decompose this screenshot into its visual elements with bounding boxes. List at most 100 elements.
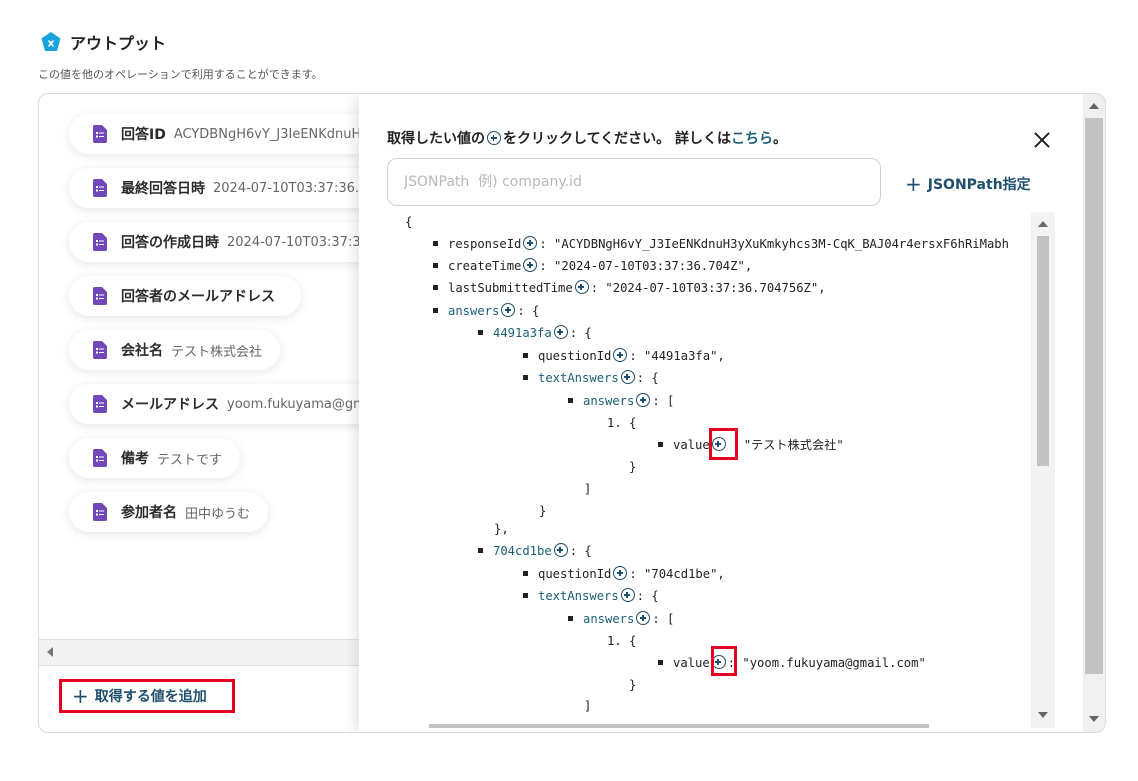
json-key-link[interactable]: textAnswers [538,371,619,385]
page-title: アウトプット [70,34,167,53]
add-value-plus-icon[interactable] [523,258,538,272]
json-value: : "4491a3fa", [629,349,725,363]
json-punct: : { [569,544,592,558]
field-label: 回答ID [121,127,166,143]
field-value: 2024-07-10T03:37:36.704Z [227,234,369,250]
output-field-chip[interactable]: 備考 テストです [69,438,241,478]
json-brace: { [405,215,413,229]
json-node-textAnswers: textAnswers : { [523,370,659,386]
json-key: value [673,438,710,452]
horizontal-scrollbar[interactable] [39,639,369,666]
field-value: テストです [157,452,223,468]
json-node-lastSubmittedTime: lastSubmittedTime: "2024-07-10T03:37:36.… [433,280,826,296]
json-key-link[interactable]: textAnswers [538,589,619,603]
scroll-up-arrow-icon[interactable] [1089,103,1099,109]
field-label: 備考 [121,451,149,467]
json-punct: : { [517,304,540,318]
json-node-createTime: createTime: "2024-07-10T03:37:36.704Z", [433,258,752,274]
jsonpath-input[interactable] [387,158,881,206]
close-icon[interactable] [1029,128,1055,154]
json-node-question-1: 4491a3fa : { [478,325,592,341]
field-value: 田中ゆうむ [185,506,251,522]
plus-icon: + [905,172,922,196]
json-node-responseId: responseId : "ACYDBNgH6vY_J3IeENKdnuH3yXu… [433,236,1009,252]
instruction-text: 取得したい値の [387,131,485,147]
output-field-chip[interactable]: 回答ID ACYDBNgH6vY_J3IeENKdnuH3yXuKmkyhcs3… [69,114,369,154]
output-field-chip[interactable]: 回答者のメールアドレス [69,276,301,316]
output-field-chip[interactable]: 会社名 テスト株式会社 [69,330,281,370]
field-label: 最終回答日時 [121,181,205,197]
field-value: yoom.fukuyama@gmail.com [227,396,369,412]
add-value-plus-icon[interactable] [620,370,635,384]
json-node-question-2: 704cd1be : { [478,543,592,559]
json-value: "テスト株式会社" [743,438,844,452]
json-node-value: value "テスト株式会社" [658,437,844,453]
json-key: value [673,656,710,670]
page-subtitle: この値を他のオペレーションで利用することができます。 [38,68,323,81]
add-value-plus-icon[interactable] [501,303,516,317]
json-value: : "2024-07-10T03:37:36.704756Z", [590,281,826,295]
horizontal-scrollbar-thumb[interactable] [429,724,929,728]
json-value: : "ACYDBNgH6vY_J3IeENKdnuH3yXuKmkyhcs3M-… [539,237,1009,251]
google-forms-icon [93,125,107,143]
add-value-plus-icon[interactable] [636,393,651,407]
jsonpath-specify-button[interactable]: + JSONPath指定 [905,172,1031,196]
json-vertical-scrollbar[interactable] [1031,212,1055,728]
json-node-inner-answers: answers: [ [568,393,674,409]
field-label: 会社名 [121,343,163,359]
add-value-plus-icon[interactable] [620,588,635,602]
variable-x-icon: x [41,32,61,51]
json-brace: } [539,504,547,518]
scroll-up-arrow-icon[interactable] [1038,221,1048,227]
field-value: テスト株式会社 [171,344,263,360]
add-value-plus-icon[interactable] [553,325,568,339]
json-bracket: ] [584,699,592,713]
scroll-left-arrow-icon[interactable] [47,647,53,657]
output-field-list: 回答ID ACYDBNgH6vY_J3IeENKdnuH3yXuKmkyhcs3… [39,94,369,639]
field-label: 回答者のメールアドレス [121,289,275,305]
json-punct: : { [569,326,592,340]
add-value-plus-icon[interactable] [553,543,568,557]
output-field-chip[interactable]: 回答の作成日時 2024-07-10T03:37:36.704Z [69,222,369,262]
add-value-plus-icon[interactable] [523,236,538,250]
jsonpath-specify-label: JSONPath指定 [927,177,1031,193]
field-label: 参加者名 [121,505,177,521]
add-value-plus-icon[interactable] [574,280,589,294]
output-field-chip[interactable]: 参加者名 田中ゆうむ [69,492,269,532]
output-container: 回答ID ACYDBNgH6vY_J3IeENKdnuH3yXuKmkyhcs3… [38,93,1106,733]
google-forms-icon [93,341,107,359]
output-field-chip[interactable]: メールアドレス yoom.fukuyama@gmail.com [69,384,369,424]
field-value: 2024-07-10T03:37:36.704756Z [213,180,369,196]
add-value-button[interactable]: + 取得する値を追加 [59,679,235,713]
json-array-item: 1. { [607,634,637,648]
json-key-link[interactable]: answers [583,612,634,626]
field-value: ACYDBNgH6vY_J3IeENKdnuH3yXuKmkyhcs3M-CqK… [173,126,369,142]
json-value: : "yoom.fukuyama@gmail.com" [727,656,926,670]
json-key-link[interactable]: 4491a3fa [493,326,552,340]
json-picker-panel: 取得したい値の をクリックしてください。 詳しくはこちら。 + JSONPath指定… [359,94,1083,732]
help-link[interactable]: こちら [731,131,773,147]
field-label: メールアドレス [121,397,219,413]
instruction-text: をクリックしてください。 詳しくは [503,131,732,147]
plus-circle-icon [487,131,501,145]
json-key-link[interactable]: answers [448,304,499,318]
json-array-item: 1. { [607,416,637,430]
add-value-plus-icon[interactable] [636,611,651,625]
scroll-down-arrow-icon[interactable] [1038,712,1048,718]
page-vertical-scrollbar[interactable] [1083,94,1105,732]
json-key-link[interactable]: answers [583,394,634,408]
add-value-plus-icon[interactable] [613,348,628,362]
add-value-label: 取得する値を追加 [94,689,207,705]
json-punct: : { [636,371,659,385]
output-field-chip[interactable]: 最終回答日時 2024-07-10T03:37:36.704756Z [69,168,369,208]
add-value-plus-icon[interactable] [613,566,628,580]
scrollbar-thumb[interactable] [1037,236,1049,466]
scroll-down-arrow-icon[interactable] [1089,716,1099,722]
json-node-questionId: questionId: "4491a3fa", [523,348,725,364]
google-forms-icon [93,287,107,305]
scrollbar-thumb[interactable] [1085,118,1103,674]
field-label: 回答の作成日時 [121,235,219,251]
json-key-link[interactable]: 704cd1be [493,544,552,558]
highlight-box [711,646,737,676]
json-key: responseId [448,237,522,251]
